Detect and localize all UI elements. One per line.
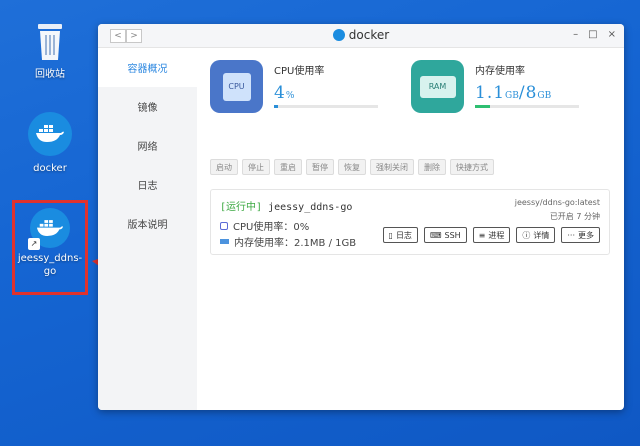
container-status: [运行中] (220, 202, 263, 213)
window-title: docker (98, 28, 624, 42)
memory-usage-bar (475, 105, 579, 108)
desktop-icon-docker[interactable]: docker (15, 112, 85, 175)
ram-chip-icon: RAM (411, 60, 464, 113)
memory-small-icon (220, 239, 229, 244)
memory-used-value: 1.1 (475, 83, 506, 103)
cpu-value: 4 (274, 83, 286, 103)
container-uptime: 已开启 7 分钟 (549, 212, 600, 221)
restart-button[interactable]: 重启 (274, 159, 302, 175)
container-name: [运行中] jeessy_ddns-go (220, 198, 352, 213)
delete-button[interactable]: 删除 (418, 159, 446, 175)
desktop-icon-trash[interactable]: 回收站 (15, 22, 85, 81)
sidebar-item-overview[interactable]: 容器概况 (98, 48, 197, 87)
ram-chip-text: RAM (419, 75, 456, 98)
ssh-button[interactable]: ⌨ SSH (423, 227, 467, 243)
pause-button[interactable]: 暂停 (306, 159, 334, 175)
cpu-usage-label: CPU使用率 (274, 66, 325, 77)
ssh-icon: ⌨ (429, 230, 442, 240)
window-title-text: docker (348, 28, 390, 42)
memory-usage-bar-fill (475, 105, 490, 108)
memory-usage-value: 1.1GB/8GB (475, 83, 579, 103)
desktop-icon-label: jeessy_ddns-go (17, 253, 83, 277)
docker-icon (28, 112, 72, 156)
desktop-icon-label: docker (33, 163, 67, 174)
memory-total-unit: GB (537, 91, 552, 101)
details-button-label: 详情 (533, 230, 550, 240)
memory-total-value: 8 (525, 83, 538, 103)
cpu-unit: % (285, 91, 295, 101)
cpu-stat: CPU CPU使用率 4% (210, 60, 378, 113)
cpu-chip-text: CPU (222, 72, 251, 101)
sidebar-item-logs[interactable]: 日志 (98, 165, 197, 204)
title-bar: < > docker – □ × (98, 24, 624, 48)
container-name-text: jeessy_ddns-go (268, 202, 353, 213)
cpu-usage-bar-fill (274, 105, 279, 108)
sidebar-item-version-notes[interactable]: 版本说明 (98, 204, 197, 243)
cpu-chip-icon: CPU (210, 60, 263, 113)
process-button-label: 进程 (488, 230, 505, 240)
memory-used-unit: GB (505, 91, 519, 101)
container-memory: 内存使用率：2.1MB / 1GB (220, 234, 356, 249)
sidebar-item-network[interactable]: 网络 (98, 126, 197, 165)
memory-usage-label: 内存使用率 (475, 66, 525, 77)
process-button[interactable]: ≡ 进程 (472, 227, 511, 243)
trash-icon (32, 22, 68, 62)
container-memory-text: 内存使用率：2.1MB / 1GB (234, 238, 357, 249)
more-icon: ··· (567, 230, 575, 240)
info-icon: ⓘ (522, 230, 531, 240)
details-button[interactable]: ⓘ 详情 (516, 227, 556, 243)
more-button-label: 更多 (578, 230, 594, 240)
ssh-button-label: SSH (444, 230, 461, 240)
sidebar-item-images[interactable]: 镜像 (98, 87, 197, 126)
start-button[interactable]: 启动 (210, 159, 238, 175)
resume-button[interactable]: 恢复 (338, 159, 366, 175)
logs-button[interactable]: ▯ 日志 (382, 227, 418, 243)
memory-separator: / (518, 83, 526, 103)
container-toolbar: 启动 停止 重启 暂停 恢复 强制关闭 删除 快捷方式 (210, 159, 494, 175)
ddns-go-docker-icon: ↗ (28, 208, 70, 250)
force-stop-button[interactable]: 强制关闭 (370, 159, 414, 175)
cpu-small-icon (220, 221, 228, 230)
maximize-button[interactable]: □ (588, 29, 597, 40)
container-image: jeessy/ddns-go:latest (514, 198, 600, 207)
memory-stat: RAM 内存使用率 1.1GB/8GB (411, 60, 579, 113)
shortcut-button[interactable]: 快捷方式 (450, 159, 494, 175)
cpu-usage-bar (274, 105, 378, 108)
docker-logo-icon (332, 29, 345, 41)
desktop-icon-label: 回收站 (35, 69, 65, 80)
container-cpu-text: CPU使用率：0% (233, 222, 310, 233)
process-icon: ≡ (478, 230, 486, 240)
log-icon: ▯ (388, 230, 393, 240)
logs-button-label: 日志 (395, 230, 412, 240)
minimize-button[interactable]: – (573, 29, 578, 40)
container-card[interactable]: [运行中] jeessy_ddns-go CPU使用率：0% 内存使用率：2.1… (210, 189, 610, 255)
docker-window: < > docker – □ × 容器概况 镜像 网络 日志 版本说明 CPU … (98, 24, 624, 410)
sidebar: 容器概况 镜像 网络 日志 版本说明 (98, 48, 197, 410)
stop-button[interactable]: 停止 (242, 159, 270, 175)
shortcut-badge-icon: ↗ (28, 238, 40, 250)
main-panel: CPU CPU使用率 4% RAM 内存使用率 1.1GB/8GB 启动 停止 … (197, 48, 624, 410)
cpu-usage-value: 4% (274, 83, 378, 103)
desktop-icon-jeessy-ddns-go[interactable]: ↗ jeessy_ddns-go (12, 200, 88, 295)
close-button[interactable]: × (608, 29, 616, 40)
more-button[interactable]: ··· 更多 (561, 227, 600, 243)
container-cpu: CPU使用率：0% (220, 218, 309, 233)
